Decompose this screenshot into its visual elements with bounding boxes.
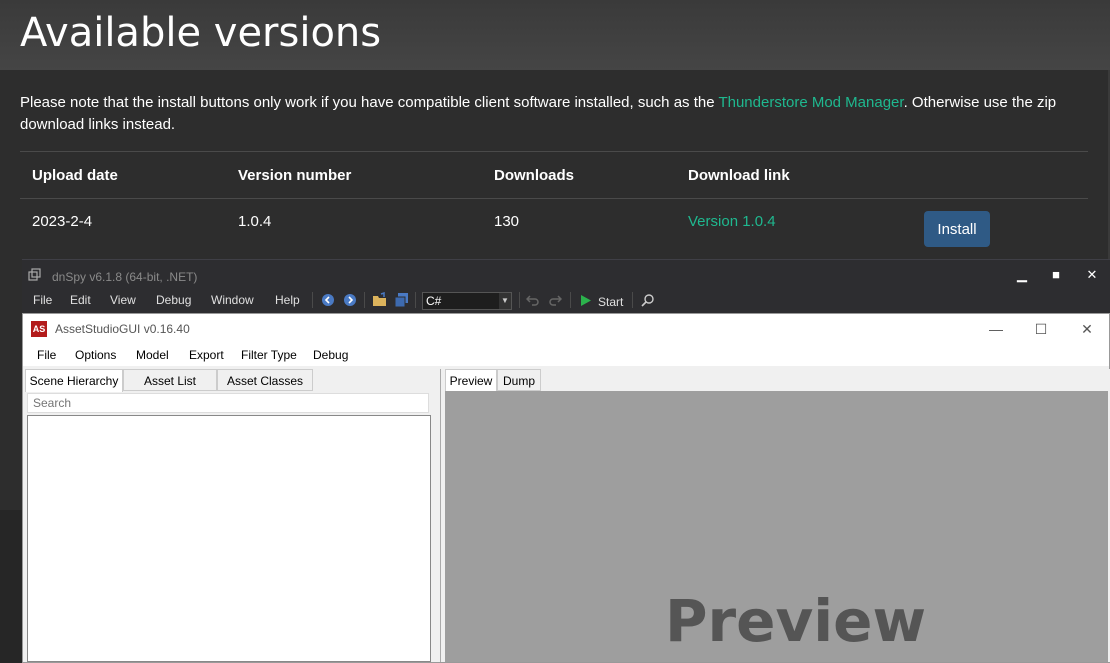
header-upload-date: Upload date [32,167,118,184]
assetstudio-minimize-button[interactable]: — [981,319,1011,339]
start-button[interactable]: Start [598,295,623,309]
toolbar-separator [312,292,313,308]
header-version-number: Version number [238,167,352,184]
search-icon[interactable] [641,293,655,307]
assetstudio-menubar [23,344,1109,366]
scene-tree-view[interactable] [27,415,431,662]
tab-scene-hierarchy[interactable]: Scene Hierarchy [25,369,123,392]
dnspy-minimize-button[interactable]: ▁ [1007,266,1037,284]
open-folder-icon[interactable] [372,292,388,308]
tab-asset-list[interactable]: Asset List [123,369,217,391]
as-menu-filter-type[interactable]: Filter Type [241,348,297,362]
toolbar-separator [632,292,633,308]
dnspy-close-button[interactable]: ✕ [1077,266,1107,284]
play-icon[interactable] [580,294,592,307]
toolbar-separator [519,292,520,308]
preview-placeholder-text: Preview [665,587,927,655]
toolbar-separator [364,292,365,308]
tab-preview[interactable]: Preview [445,369,497,392]
language-value: C# [426,294,442,308]
assetstudio-maximize-button[interactable]: ☐ [1026,319,1056,339]
table-divider-top [20,151,1088,152]
language-select[interactable]: C# ▼ [422,292,512,310]
tab-asset-classes[interactable]: Asset Classes [217,369,313,391]
cell-downloads: 130 [494,213,520,230]
back-icon[interactable] [321,293,335,307]
panel-splitter[interactable] [434,369,439,662]
redo-icon[interactable] [548,293,562,307]
dnspy-window: dnSpy v6.1.8 (64-bit, .NET) ▁ ■ ✕ File E… [22,259,1110,320]
dnspy-menu-edit[interactable]: Edit [70,293,91,307]
chevron-down-icon: ▼ [499,293,511,309]
header-download-link: Download link [688,167,790,184]
install-note: Please note that the install buttons onl… [20,92,1080,136]
cell-upload-date: 2023-2-4 [32,213,93,230]
assetstudio-close-button[interactable]: ✕ [1072,319,1102,339]
right-panel: Preview Dump Preview [440,369,1110,662]
dnspy-menu-file[interactable]: File [33,293,52,307]
preview-area: Preview [445,391,1108,662]
as-menu-debug[interactable]: Debug [313,348,348,362]
dnspy-menu-help[interactable]: Help [275,293,300,307]
table-divider-header [20,198,1088,199]
as-menu-export[interactable]: Export [189,348,224,362]
header-downloads: Downloads [494,167,575,184]
install-button[interactable]: Install [924,211,990,247]
assetstudio-title: AssetStudioGUI v0.16.40 [55,322,190,336]
dnspy-menu-window[interactable]: Window [211,293,254,307]
toolbar-separator [415,292,416,308]
tab-dump[interactable]: Dump [497,369,541,391]
dnspy-menu-view[interactable]: View [110,293,136,307]
window-restore-icon [28,268,41,281]
as-menu-file[interactable]: File [37,348,56,362]
undo-icon[interactable] [526,293,540,307]
assetstudio-logo: AS [31,321,47,337]
left-panel: Scene Hierarchy Asset List Asset Classes [25,369,433,662]
assetstudio-window: AS AssetStudioGUI v0.16.40 — ☐ ✕ File Op… [22,313,1110,663]
as-menu-options[interactable]: Options [75,348,116,362]
dnspy-maximize-button[interactable]: ■ [1041,266,1071,284]
dnspy-title: dnSpy v6.1.8 (64-bit, .NET) [52,270,198,284]
toolbar-separator [570,292,571,308]
page-edge-left [0,510,22,663]
as-menu-model[interactable]: Model [136,348,169,362]
note-text-start: Please note that the install buttons onl… [20,94,719,111]
search-input[interactable] [27,393,429,413]
version-download-link[interactable]: Version 1.0.4 [688,213,776,230]
thunderstore-link[interactable]: Thunderstore Mod Manager [718,94,903,111]
forward-icon[interactable] [343,293,357,307]
cell-version: 1.0.4 [238,213,272,230]
save-all-icon[interactable] [394,292,410,308]
page-title: Available versions [20,10,382,56]
dnspy-menu-debug[interactable]: Debug [156,293,191,307]
